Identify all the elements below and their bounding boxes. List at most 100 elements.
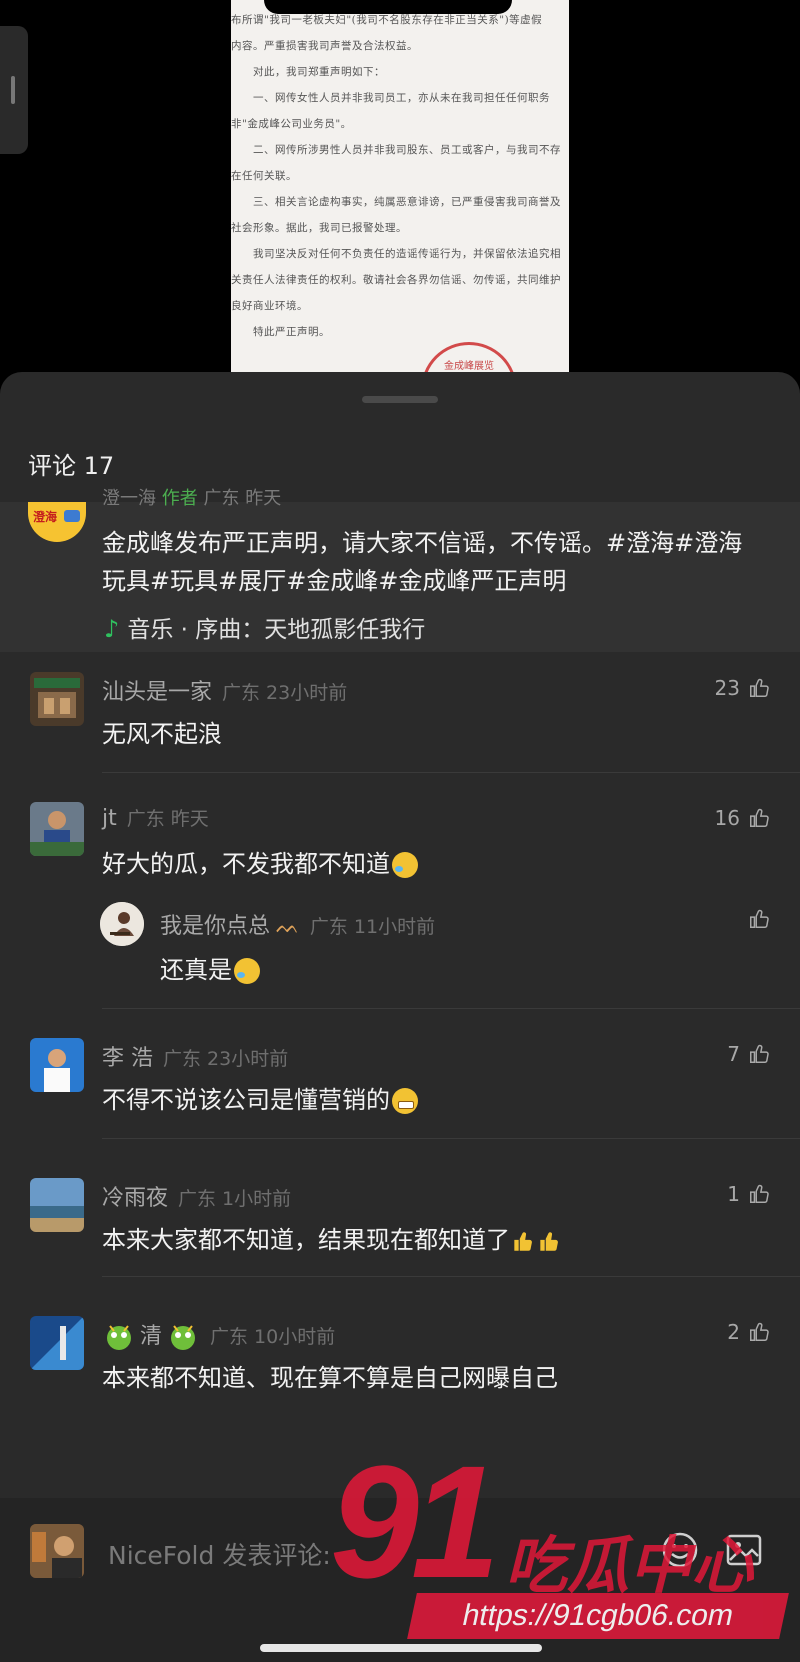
watermark-text: 吃瓜中心: [505, 1529, 754, 1602]
statement-document-image[interactable]: 布所谓"我司一老板夫妇"(我司不名股东存在非正当关系")等虚假 内容。严重损害我…: [231, 0, 569, 380]
like-button[interactable]: 7: [727, 1042, 770, 1066]
comment-text: 无风不起浪: [102, 720, 222, 748]
doc-line: 非"金成峰公司业务员"。: [231, 118, 352, 130]
thumbs-up-emoji-icon: [514, 1232, 532, 1251]
post-author-meta: 广东 昨天: [203, 488, 282, 509]
comment-text: 不得不说该公司是懂营销的: [102, 1080, 418, 1115]
doc-line: 内容。严重损害我司声誉及合法权益。: [231, 40, 418, 52]
music-link[interactable]: ♪ 音乐 · 序曲：天地孤影任我行: [104, 610, 425, 644]
like-count: 7: [727, 1042, 740, 1066]
thumbs-up-icon: [750, 1184, 769, 1203]
like-button[interactable]: 2: [727, 1320, 770, 1344]
like-button[interactable]: [748, 908, 770, 930]
reply-meta: 广东 11小时前: [309, 916, 436, 938]
comment-author[interactable]: 汕头是一家 广东 23小时前: [102, 674, 347, 706]
comment-text: 本来大家都不知道，结果现在都知道了: [102, 1220, 562, 1255]
like-button[interactable]: 23: [715, 676, 770, 700]
comment-input[interactable]: NiceFold 发表评论:: [108, 1536, 331, 1572]
doc-line: 良好商业环境。: [231, 300, 308, 312]
author-name: 李 浩: [102, 1046, 153, 1071]
doc-line: 二、网传所涉男性人员并非我司股东、员工或客户，与我司不存: [253, 144, 561, 156]
comment-author[interactable]: 李 浩广东 23小时前: [102, 1040, 288, 1072]
comments-count-title: 评论 17: [28, 452, 115, 480]
comment-text: 本来都不知道、现在算不算是自己网曝自己: [102, 1364, 558, 1392]
comment-meta: 广东 1小时前: [178, 1188, 292, 1210]
author-name: 冷雨夜: [102, 1186, 169, 1211]
butterfly-badge-icon: ᨓ: [276, 914, 300, 938]
divider: [102, 1138, 800, 1139]
watermark-url: https://91cgb06.com: [407, 1593, 789, 1639]
thumbs-up-emoji-icon: [540, 1232, 558, 1251]
dragon-emoji-icon: [107, 1325, 131, 1350]
comment-meta: 广东 23小时前: [163, 1048, 289, 1070]
doc-line: 我司坚决反对任何不负责任的造谣传谣行为，并保留依法追究相: [253, 248, 561, 260]
avatar[interactable]: [30, 1316, 84, 1370]
avatar[interactable]: [100, 902, 144, 946]
thumbs-up-icon: [750, 909, 769, 928]
comment-body: 好大的瓜，不发我都不知道: [102, 850, 390, 878]
comment-meta: 广东 23小时前: [222, 682, 348, 704]
side-drawer-handle[interactable]: [0, 26, 28, 154]
grin-emoji-icon: [392, 1088, 418, 1114]
doc-line: 一、网传女性人员并非我司员工，亦从未在我司担任任何职务: [253, 92, 550, 104]
comment-author[interactable]: jt 广东 昨天: [102, 804, 209, 831]
like-count: 16: [714, 806, 740, 830]
author-tag: 作者: [161, 488, 198, 509]
author-avatar[interactable]: 澄海: [28, 502, 86, 542]
thumbs-up-icon: [750, 1044, 769, 1063]
avatar[interactable]: [30, 802, 84, 856]
sheet-drag-handle[interactable]: [362, 396, 438, 403]
like-count: 1: [727, 1182, 740, 1206]
camera-notch: [264, 0, 512, 14]
post-author-line: 澄一海 作者 广东 昨天: [102, 484, 281, 510]
doc-line: 特此严正声明。: [253, 326, 330, 338]
like-count: 2: [727, 1320, 740, 1344]
author-name: 清: [140, 1324, 163, 1349]
dragon-emoji-icon: [171, 1325, 196, 1350]
home-indicator[interactable]: [260, 1644, 542, 1652]
avatar[interactable]: [30, 1038, 84, 1092]
doc-line: 三、相关言论虚构事实，纯属恶意诽谤，已严重侵害我司商誉及: [253, 196, 561, 208]
doc-line: 布所谓"我司一老板夫妇"(我司不名股东存在非正当关系")等虚假: [231, 14, 543, 26]
doc-line: 社会形象。据此，我司已报警处理。: [231, 222, 407, 234]
author-name: 我是你点总: [160, 914, 271, 939]
divider: [102, 1276, 800, 1277]
comment-text: 好大的瓜，不发我都不知道: [102, 844, 418, 879]
thumbs-up-icon: [750, 808, 769, 827]
thumbs-up-icon: [750, 1322, 769, 1341]
comment-body: 本来大家都不知道，结果现在都知道了: [102, 1226, 510, 1254]
sheet-header: 评论 17: [0, 436, 800, 480]
doc-line: 关责任人法律责任的权利。敬请社会各界勿信谣、勿传谣，共同维护: [231, 274, 561, 286]
avatar-text: 澄海: [33, 510, 58, 524]
my-avatar[interactable]: [30, 1524, 84, 1578]
reply-text: 还真是: [160, 950, 260, 985]
like-count: 23: [714, 676, 740, 700]
thumbs-up-icon: [750, 678, 769, 697]
reply-body: 还真是: [160, 956, 232, 984]
comment-author[interactable]: 清 广东 10小时前: [102, 1318, 335, 1352]
like-button[interactable]: 1: [727, 1182, 770, 1206]
seal-text: 金成峰展览: [444, 361, 494, 372]
reply-author[interactable]: 我是你点总 ᨓ 广东 11小时前: [160, 908, 435, 940]
comment-body: 不得不说该公司是懂营销的: [102, 1086, 390, 1114]
avatar[interactable]: [30, 1178, 84, 1232]
watermark-logo: 91: [330, 1432, 500, 1611]
music-note-icon: ♪: [104, 615, 120, 643]
post-author-name: 澄一海: [102, 488, 156, 509]
divider: [102, 1008, 800, 1009]
laugh-cry-emoji-icon: [234, 958, 260, 984]
music-title: 音乐 · 序曲：天地孤影任我行: [127, 617, 426, 643]
post-text: 金成峰发布严正声明，请大家不信谣，不传谣。#澄海#澄海玩具#玩具#展厅#金成峰#…: [102, 529, 743, 595]
comment-meta: 广东 昨天: [126, 808, 209, 830]
post-description[interactable]: 澄海 澄一海 作者 广东 昨天 金成峰发布严正声明，请大家不信谣，不传谣。#澄海…: [0, 488, 800, 652]
author-name: jt: [102, 806, 117, 831]
doc-line: 在任何关联。: [231, 170, 297, 182]
laugh-cry-emoji-icon: [392, 852, 418, 878]
author-name: 汕头是一家: [102, 680, 213, 705]
comment-author[interactable]: 冷雨夜 广东 1小时前: [102, 1180, 291, 1212]
like-button[interactable]: 16: [715, 806, 770, 830]
avatar[interactable]: [30, 672, 84, 726]
avatar-logo-icon: [64, 510, 80, 522]
grip-icon: [11, 76, 15, 104]
document-preview-area: 布所谓"我司一老板夫妇"(我司不名股东存在非正当关系")等虚假 内容。严重损害我…: [0, 0, 800, 380]
